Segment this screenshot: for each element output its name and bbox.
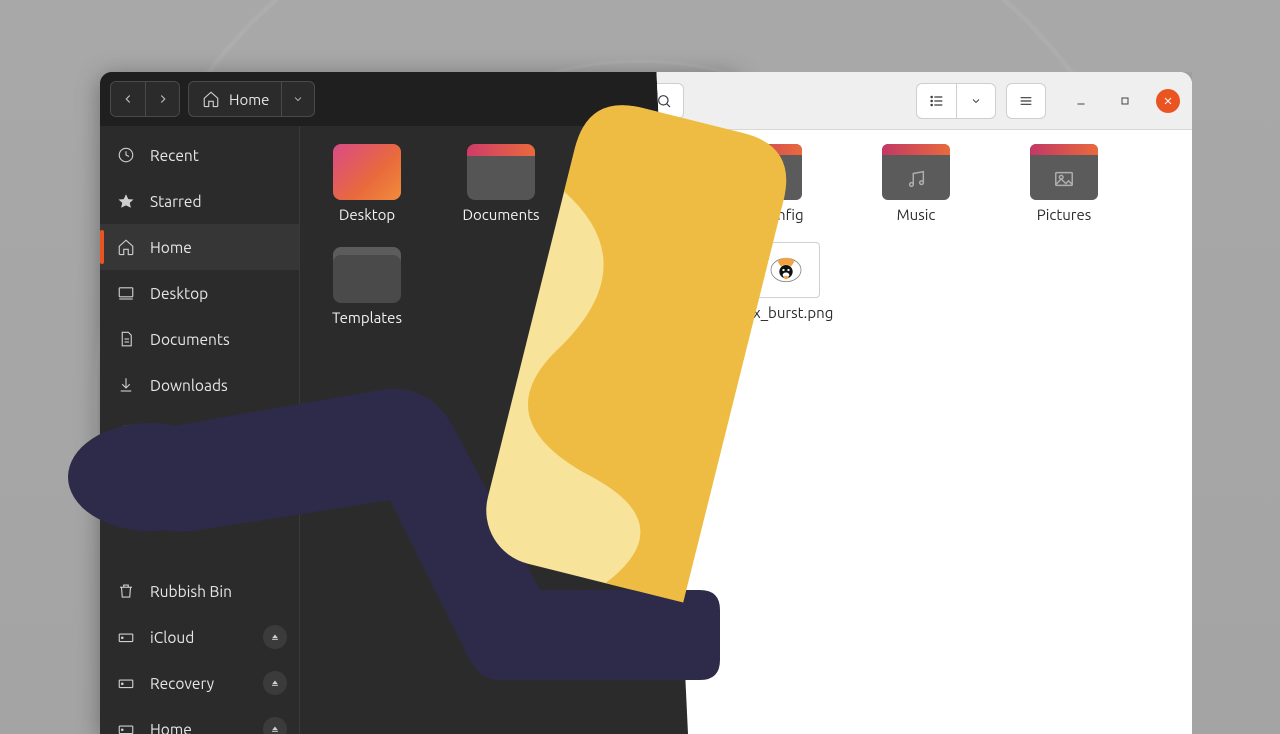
sidebar-item-label: Rubbish Bin <box>150 583 232 600</box>
folder-desktop[interactable]: Desktop <box>322 144 412 223</box>
sidebar-item-label: iCloud <box>150 629 194 646</box>
folder-pictures[interactable]: Pictures <box>1010 144 1118 224</box>
sidebar-item-documents[interactable]: Documents <box>100 316 299 362</box>
folder-music[interactable]: Music <box>862 144 970 224</box>
music-icon <box>882 158 950 200</box>
sidebar: Recent Starred Home Desktop Documents Downloa… <box>100 126 300 734</box>
sidebar-item-label: Downloads <box>150 377 228 394</box>
sidebar-item-downloads[interactable]: Downloads <box>100 362 299 408</box>
eject-button[interactable] <box>263 717 287 734</box>
sidebar-item-icloud[interactable]: iCloud <box>100 614 299 660</box>
path-segment-home[interactable]: Home <box>189 82 281 116</box>
home-icon <box>201 89 221 109</box>
clock-icon <box>116 145 136 165</box>
star-icon <box>116 191 136 211</box>
drive-icon <box>116 719 136 734</box>
back-button[interactable] <box>111 82 145 116</box>
path-dropdown[interactable] <box>281 82 314 116</box>
sidebar-item-home[interactable]: Home <box>100 224 299 270</box>
folder-label: Desktop <box>339 206 395 223</box>
hamburger-menu-button[interactable] <box>1006 83 1046 119</box>
sidebar-item-recovery[interactable]: Recovery <box>100 660 299 706</box>
sidebar-item-desktop[interactable]: Desktop <box>100 270 299 316</box>
sidebar-item-label: Recent <box>150 147 199 164</box>
folder-icon <box>1030 144 1098 200</box>
path-label: Home <box>229 91 269 108</box>
file-manager-dark-window: Home Recent Starred Home Desktop Documents Do… <box>100 72 740 734</box>
folder-label: fontconfig <box>732 206 803 224</box>
folder-label: Templates <box>332 309 402 326</box>
sidebar-item-label: Documents <box>150 331 230 348</box>
folder-icon <box>333 247 401 303</box>
file-tux-burst-png[interactable]: tux_burst.png <box>732 242 840 322</box>
sidebar-item-label: Desktop <box>150 285 208 302</box>
path-bar[interactable]: Home <box>188 81 315 117</box>
folder-icon <box>734 144 802 200</box>
picture-icon <box>1030 158 1098 200</box>
folder-fontconfig[interactable]: fontconfig <box>714 144 822 224</box>
view-dropdown-button[interactable] <box>956 83 996 119</box>
sidebar-item-label: Recovery <box>150 675 214 692</box>
dark-headerbar: Home <box>100 72 740 126</box>
folder-icon <box>882 144 950 200</box>
drive-icon <box>116 627 136 647</box>
sidebar-item-starred[interactable]: Starred <box>100 178 299 224</box>
folder-icon <box>333 144 401 200</box>
forward-button[interactable] <box>145 82 179 116</box>
trash-icon <box>116 581 136 601</box>
sidebar-item-rubbish-bin[interactable]: Rubbish Bin <box>100 568 299 614</box>
home-icon <box>116 237 136 257</box>
music-icon <box>116 421 136 441</box>
desktop-icon <box>116 283 136 303</box>
minimize-button[interactable] <box>1068 88 1094 114</box>
file-label: tux_burst.png <box>739 304 834 322</box>
folder-label: Music <box>897 206 936 224</box>
eject-button[interactable] <box>263 671 287 695</box>
folder-label: snap <box>619 206 651 223</box>
folder-icon <box>467 144 535 200</box>
folder-label: Pictures <box>1037 206 1092 224</box>
eject-button[interactable] <box>263 625 287 649</box>
folder-documents[interactable]: Documents <box>456 144 546 223</box>
view-switcher <box>916 83 996 119</box>
document-icon <box>116 329 136 349</box>
window-controls <box>1068 88 1180 114</box>
sidebar-item-label: Home <box>150 239 192 256</box>
sidebar-item-recent[interactable]: Recent <box>100 132 299 178</box>
sidebar-item-label: Starred <box>150 193 202 210</box>
download-icon <box>116 375 136 395</box>
image-thumbnail <box>752 242 820 298</box>
sidebar-item-label: Music <box>150 423 190 440</box>
sidebar-item-home[interactable]: Home <box>100 706 299 734</box>
nav-buttons <box>110 81 180 117</box>
folder-icon <box>601 144 669 200</box>
drive-icon <box>116 673 136 693</box>
folder-label: Documents <box>462 206 539 223</box>
maximize-button[interactable] <box>1112 88 1138 114</box>
folder-templates[interactable]: Templates <box>322 247 412 326</box>
list-view-button[interactable] <box>916 83 956 119</box>
close-button[interactable] <box>1156 89 1180 113</box>
sidebar-item-music[interactable]: Music <box>100 408 299 454</box>
sidebar-item-label: Home <box>150 721 192 734</box>
